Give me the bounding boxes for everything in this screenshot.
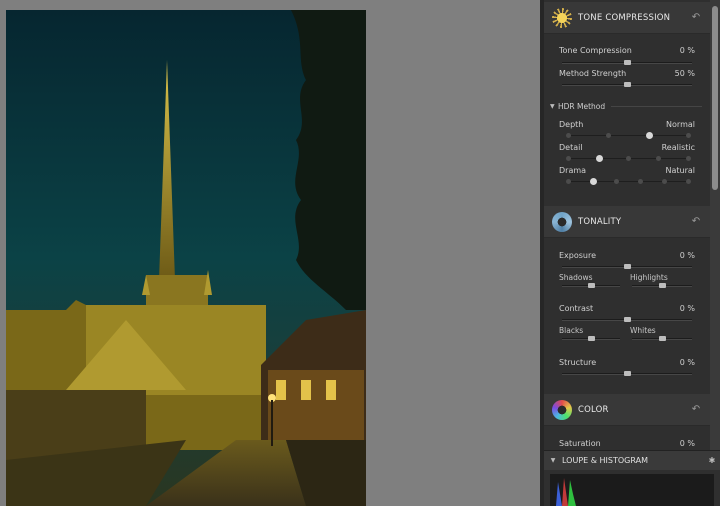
histogram-blue-channel — [556, 482, 562, 506]
divider — [611, 105, 702, 107]
highlights-label: Highlights — [630, 273, 668, 282]
slider-handle[interactable] — [659, 336, 666, 341]
drama-value: Natural — [665, 166, 695, 175]
structure-slider[interactable] — [562, 371, 692, 376]
detail-row: Detail Realistic — [559, 143, 695, 155]
panel-title: LOUPE & HISTOGRAM — [562, 456, 648, 465]
color-wheel-icon — [552, 399, 572, 420]
collapse-triangle-icon[interactable]: ▼ — [544, 457, 562, 464]
cathedral-photo — [6, 10, 366, 506]
reset-icon[interactable]: ↶ — [690, 404, 702, 415]
adjustments-sidebar: TONE COMPRESSION ↶ Tone Compression 0 % … — [540, 0, 720, 506]
aperture-icon — [552, 211, 572, 232]
slider-handle[interactable] — [624, 317, 631, 322]
image-canvas[interactable] — [0, 0, 540, 506]
blacks-label: Blacks — [559, 326, 584, 335]
panel-header-color[interactable]: COLOR ↶ — [544, 394, 710, 426]
contrast-slider[interactable] — [562, 317, 692, 322]
tone-compression-slider[interactable] — [562, 60, 692, 65]
depth-step-slider[interactable] — [566, 132, 691, 139]
tone-compression-label: Tone Compression — [559, 46, 632, 55]
step-dot-selected[interactable] — [596, 155, 603, 162]
step-dot[interactable] — [686, 156, 691, 161]
drama-row: Drama Natural — [559, 166, 695, 178]
method-strength-row: Method Strength 50 % — [559, 69, 695, 81]
step-dot-selected[interactable] — [646, 132, 653, 139]
panel-title: TONALITY — [578, 216, 622, 227]
pin-icon[interactable]: ✱ — [704, 456, 720, 465]
sun-icon — [552, 7, 572, 28]
panel-title: TONE COMPRESSION — [578, 12, 671, 23]
structure-row: Structure 0 % — [559, 358, 695, 370]
tone-compression-row: Tone Compression 0 % — [559, 46, 695, 58]
whites-label: Whites — [630, 326, 656, 335]
depth-row: Depth Normal — [559, 120, 695, 132]
step-dot[interactable] — [566, 156, 571, 161]
method-strength-value: 50 % — [674, 69, 695, 78]
histogram-view — [550, 474, 714, 506]
collapse-triangle-icon[interactable]: ▼ — [550, 103, 558, 110]
highlights-slider[interactable] — [632, 283, 692, 288]
contrast-label: Contrast — [559, 304, 594, 313]
step-dot[interactable] — [566, 179, 571, 184]
step-dot[interactable] — [686, 179, 691, 184]
slider-handle[interactable] — [588, 283, 595, 288]
hdr-method-label: HDR Method — [558, 101, 606, 111]
contrast-row: Contrast 0 % — [559, 304, 695, 316]
detail-step-slider[interactable] — [566, 155, 691, 162]
structure-value: 0 % — [679, 358, 695, 367]
method-strength-label: Method Strength — [559, 69, 627, 78]
hdr-method-subheader[interactable]: ▼ HDR Method — [550, 100, 702, 112]
step-dot[interactable] — [662, 179, 667, 184]
shadows-slider[interactable] — [562, 283, 620, 288]
panel-header-loupe-histogram[interactable]: ▼ LOUPE & HISTOGRAM ✱ — [544, 450, 720, 470]
photo-preview[interactable] — [6, 10, 366, 506]
structure-label: Structure — [559, 358, 597, 367]
step-dot[interactable] — [686, 133, 691, 138]
step-dot[interactable] — [614, 179, 619, 184]
tone-compression-value: 0 % — [679, 46, 695, 55]
slider-handle[interactable] — [624, 82, 631, 87]
step-dot[interactable] — [606, 133, 611, 138]
slider-handle[interactable] — [588, 336, 595, 341]
method-strength-slider[interactable] — [562, 82, 692, 87]
reset-icon[interactable]: ↶ — [690, 216, 702, 227]
slider-handle[interactable] — [659, 283, 666, 288]
depth-label: Depth — [559, 120, 584, 129]
exposure-row: Exposure 0 % — [559, 251, 695, 263]
step-dot[interactable] — [626, 156, 631, 161]
drama-label: Drama — [559, 166, 587, 175]
exposure-slider[interactable] — [562, 264, 692, 269]
slider-handle[interactable] — [624, 371, 631, 376]
sidebar-scrollbar[interactable] — [710, 0, 720, 450]
panel-header-tone-compression[interactable]: TONE COMPRESSION ↶ — [544, 2, 710, 34]
detail-label: Detail — [559, 143, 583, 152]
histogram-green-channel — [568, 480, 576, 506]
step-dot-selected[interactable] — [590, 178, 597, 185]
blacks-slider[interactable] — [562, 336, 620, 341]
histogram-red-channel — [562, 478, 568, 506]
detail-value: Realistic — [661, 143, 695, 152]
slider-handle[interactable] — [624, 264, 631, 269]
scrollbar-thumb[interactable] — [712, 6, 718, 190]
reset-icon[interactable]: ↶ — [690, 12, 702, 23]
exposure-value: 0 % — [679, 251, 695, 260]
depth-value: Normal — [666, 120, 695, 129]
drama-step-slider[interactable] — [566, 178, 691, 185]
step-dot[interactable] — [656, 156, 661, 161]
exposure-label: Exposure — [559, 251, 597, 260]
whites-slider[interactable] — [632, 336, 692, 341]
step-dot[interactable] — [638, 179, 643, 184]
contrast-value: 0 % — [679, 304, 695, 313]
panel-header-tonality[interactable]: TONALITY ↶ — [544, 206, 710, 238]
shadows-label: Shadows — [559, 273, 593, 282]
slider-handle[interactable] — [624, 60, 631, 65]
panel-title: COLOR — [578, 404, 609, 415]
step-dot[interactable] — [566, 133, 571, 138]
